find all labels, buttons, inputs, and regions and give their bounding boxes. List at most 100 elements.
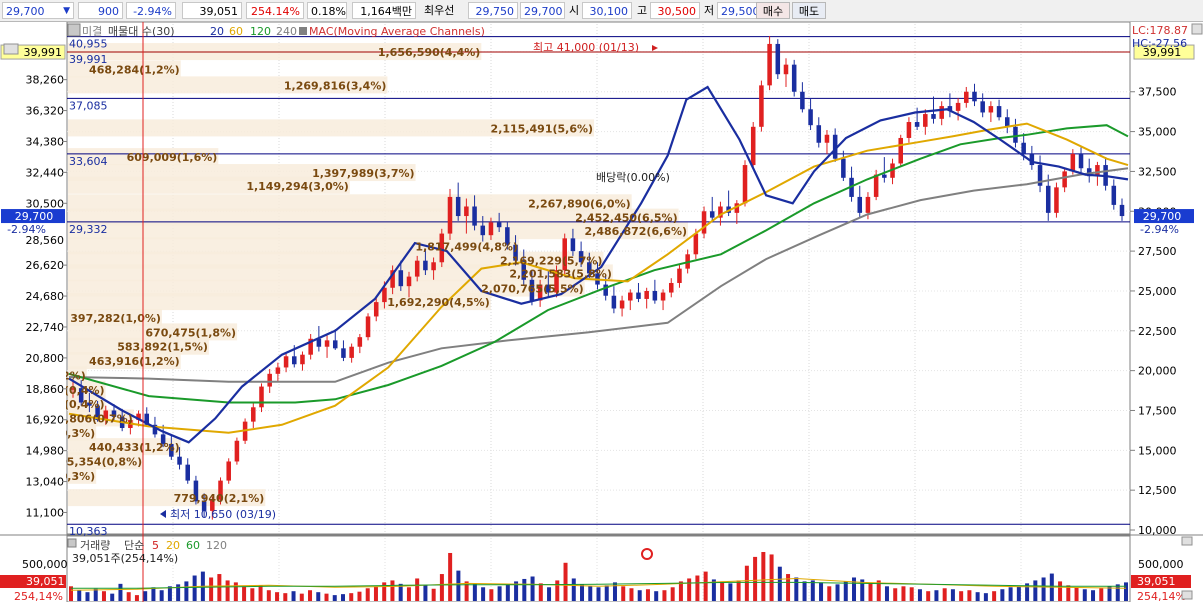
candle-body bbox=[636, 292, 641, 299]
volume-bar bbox=[1115, 584, 1120, 601]
volume-bar bbox=[794, 577, 799, 601]
volume-profile-label: 440,433(1,2%) bbox=[89, 441, 180, 454]
volume-bar bbox=[670, 587, 675, 601]
volume-profile-label: 670,475(1,8%) bbox=[145, 326, 236, 339]
hc-value: HC:-27.56 bbox=[1132, 37, 1187, 50]
volume-profile-label: 2,070,765(5,5%) bbox=[481, 283, 584, 296]
volume-bar bbox=[439, 574, 444, 601]
scroll-up-button[interactable] bbox=[1181, 536, 1193, 546]
candle-body bbox=[988, 106, 994, 113]
volume-profile-label: 2,169,229(5,7%) bbox=[500, 255, 603, 268]
change-value: 900 bbox=[78, 2, 123, 19]
volume-bar bbox=[769, 554, 774, 601]
scroll-down-button[interactable] bbox=[1181, 590, 1193, 600]
volume-bar bbox=[1033, 580, 1038, 601]
left-axis-tick: 20,800 bbox=[26, 352, 65, 365]
best-quote-label: 최우선 bbox=[424, 4, 455, 17]
candle-body bbox=[292, 356, 297, 365]
price-legend: 미결 매물대 수(30) 20 60 120 240 MAC(Moving Av… bbox=[67, 23, 485, 38]
candle-body bbox=[619, 300, 625, 309]
candle-body bbox=[841, 158, 846, 178]
volume-bar bbox=[85, 592, 90, 601]
volume-bar bbox=[357, 591, 362, 601]
volume-bar bbox=[637, 590, 642, 601]
volume-bar bbox=[77, 590, 82, 601]
candle-body bbox=[1021, 142, 1026, 154]
panel-menu-button[interactable] bbox=[3, 43, 19, 55]
volume-bar bbox=[184, 581, 189, 601]
mac-square-icon bbox=[299, 27, 307, 35]
sell-button[interactable]: 매도 bbox=[792, 2, 826, 19]
candle-body bbox=[496, 222, 502, 228]
candle-body bbox=[267, 373, 272, 387]
chevron-down-icon[interactable]: ▼ bbox=[63, 3, 70, 20]
candle-body bbox=[341, 348, 346, 358]
candle-body bbox=[816, 125, 822, 143]
candle-body bbox=[570, 238, 576, 252]
volume-bar bbox=[802, 581, 807, 601]
volume-bar bbox=[612, 582, 617, 601]
candle-body bbox=[1111, 185, 1117, 205]
candle-body bbox=[1045, 185, 1051, 213]
high-price: 30,500 bbox=[650, 2, 700, 19]
volume-bar bbox=[810, 580, 815, 601]
volume-bar bbox=[365, 588, 370, 601]
candle-body bbox=[447, 196, 453, 234]
level-label: 10,363 bbox=[69, 525, 108, 538]
volume-bar bbox=[777, 566, 782, 601]
vol-ma-120: 120 bbox=[206, 539, 227, 552]
volume-bar bbox=[975, 592, 980, 601]
volume-bar bbox=[291, 591, 296, 601]
candle-body bbox=[906, 122, 912, 138]
volume-bar bbox=[959, 591, 964, 601]
candle-body bbox=[668, 282, 674, 293]
volume-value: 39,051 bbox=[182, 2, 242, 19]
volume-bar bbox=[917, 589, 922, 601]
volume-bar bbox=[522, 578, 527, 601]
volume-bar bbox=[538, 583, 543, 601]
quote-toolbar: 29,700 ▼ 900 -2.94% 39,051 254.14% 0.18%… bbox=[0, 0, 1203, 22]
candle-body bbox=[332, 340, 338, 349]
volume-bar bbox=[110, 593, 115, 601]
volume-bar bbox=[448, 552, 453, 601]
volume-bar bbox=[250, 588, 255, 601]
volume-profile-label: 609,009(1,6%) bbox=[127, 151, 218, 164]
volume-legend-label: 거래량 bbox=[80, 539, 110, 552]
volume-profile-label: 468,284(1,2%) bbox=[89, 63, 180, 76]
volume-bar bbox=[373, 586, 378, 601]
candle-body bbox=[464, 206, 469, 217]
candle-body bbox=[455, 196, 461, 217]
candle-body bbox=[423, 260, 428, 271]
volume-bar bbox=[143, 591, 148, 601]
candle-body bbox=[324, 340, 330, 347]
volume-profile-label: 1,692,290(4,5%) bbox=[387, 296, 490, 309]
volume-bar bbox=[316, 592, 321, 601]
current-price-field[interactable]: 29,700 ▼ bbox=[2, 2, 74, 19]
candle-body bbox=[472, 206, 477, 226]
volume-profile-label: 2,267,890(6,0%) bbox=[528, 197, 631, 210]
volume-left-tick: 500,000 bbox=[22, 558, 68, 571]
candle-body bbox=[431, 262, 436, 271]
volume-right-pct: 254,14% bbox=[1137, 590, 1186, 602]
lc-value: LC:178.87 bbox=[1132, 24, 1188, 37]
volume-bar bbox=[275, 592, 280, 601]
buy-button[interactable]: 매수 bbox=[756, 2, 790, 19]
volume-bar bbox=[942, 588, 947, 601]
volume-bar bbox=[192, 575, 197, 601]
volume-bar bbox=[1008, 587, 1013, 601]
settings-icon[interactable] bbox=[1191, 23, 1203, 35]
right-axis-tick: 20,000 bbox=[1138, 365, 1177, 378]
volume-profile-label: 2,486,872(6,6%) bbox=[585, 225, 688, 238]
right-axis-tick: 32,500 bbox=[1138, 165, 1177, 178]
volume-profile-label: 779,940(2,1%) bbox=[174, 492, 265, 505]
volume-bar bbox=[349, 593, 354, 601]
volume-profile-label: 1,149,294(3,0%) bbox=[246, 180, 349, 193]
volume-bar bbox=[992, 591, 997, 601]
volume-bar bbox=[93, 588, 98, 601]
candle-body bbox=[398, 270, 404, 287]
volume-profile-label: 2,201,583(5,8%) bbox=[509, 267, 612, 280]
volume-bar bbox=[233, 582, 238, 601]
volume-bar bbox=[720, 581, 725, 601]
volume-profile-label: 1,397,989(3,7%) bbox=[312, 167, 415, 180]
volume-bar bbox=[258, 585, 263, 601]
